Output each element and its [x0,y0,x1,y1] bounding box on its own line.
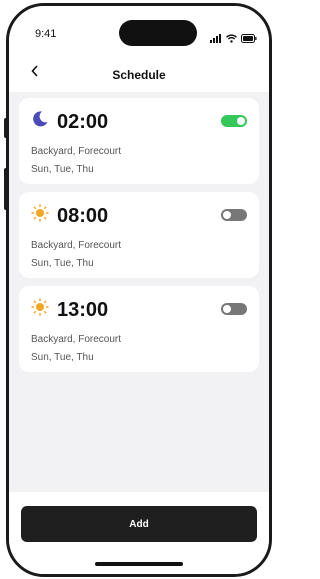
schedule-days: Sun, Tue, Thu [31,258,94,269]
moon-icon [31,110,49,134]
footer: Add [9,492,269,574]
schedule-toggle[interactable] [221,115,247,127]
toggle-knob [223,211,231,219]
add-button[interactable]: Add [21,506,257,542]
schedule-card[interactable]: 02:00 Backyard, Forecourt Sun, Tue, Thu [19,98,259,184]
home-indicator[interactable] [95,562,183,566]
chevron-left-icon[interactable] [31,64,39,82]
navigation-bar: Schedule [9,58,269,92]
status-time: 9:41 [35,28,57,40]
signal-icon [210,30,222,48]
schedule-locations: Backyard, Forecourt [31,146,122,157]
toggle-knob [223,305,231,313]
schedule-time: 02:00 [57,110,109,133]
schedule-time-row: 13:00 [31,298,108,322]
schedule-card[interactable]: 08:00 Backyard, Forecourt Sun, Tue, Thu [19,192,259,278]
battery-icon [241,30,257,48]
schedule-time-row: 08:00 [31,204,108,228]
dynamic-island [119,20,197,46]
sun-icon [31,298,49,322]
page-title: Schedule [112,68,166,82]
schedule-days: Sun, Tue, Thu [31,164,94,175]
schedule-time: 13:00 [57,298,109,321]
schedule-time: 08:00 [57,204,109,227]
sun-icon [31,204,49,228]
schedule-card[interactable]: 13:00 Backyard, Forecourt Sun, Tue, Thu [19,286,259,372]
phone-frame: 9:41 Schedule 02:00 Backyard, Forecourt … [6,3,272,577]
schedule-days: Sun, Tue, Thu [31,352,94,363]
schedule-time-row: 02:00 [31,110,108,134]
schedule-locations: Backyard, Forecourt [31,240,122,251]
schedule-locations: Backyard, Forecourt [31,334,122,345]
status-icons [210,30,257,48]
schedule-list: 02:00 Backyard, Forecourt Sun, Tue, Thu … [19,98,259,380]
schedule-toggle[interactable] [221,303,247,315]
wifi-icon [226,30,237,48]
status-bar: 9:41 [9,6,269,58]
toggle-knob [237,117,245,125]
schedule-toggle[interactable] [221,209,247,221]
